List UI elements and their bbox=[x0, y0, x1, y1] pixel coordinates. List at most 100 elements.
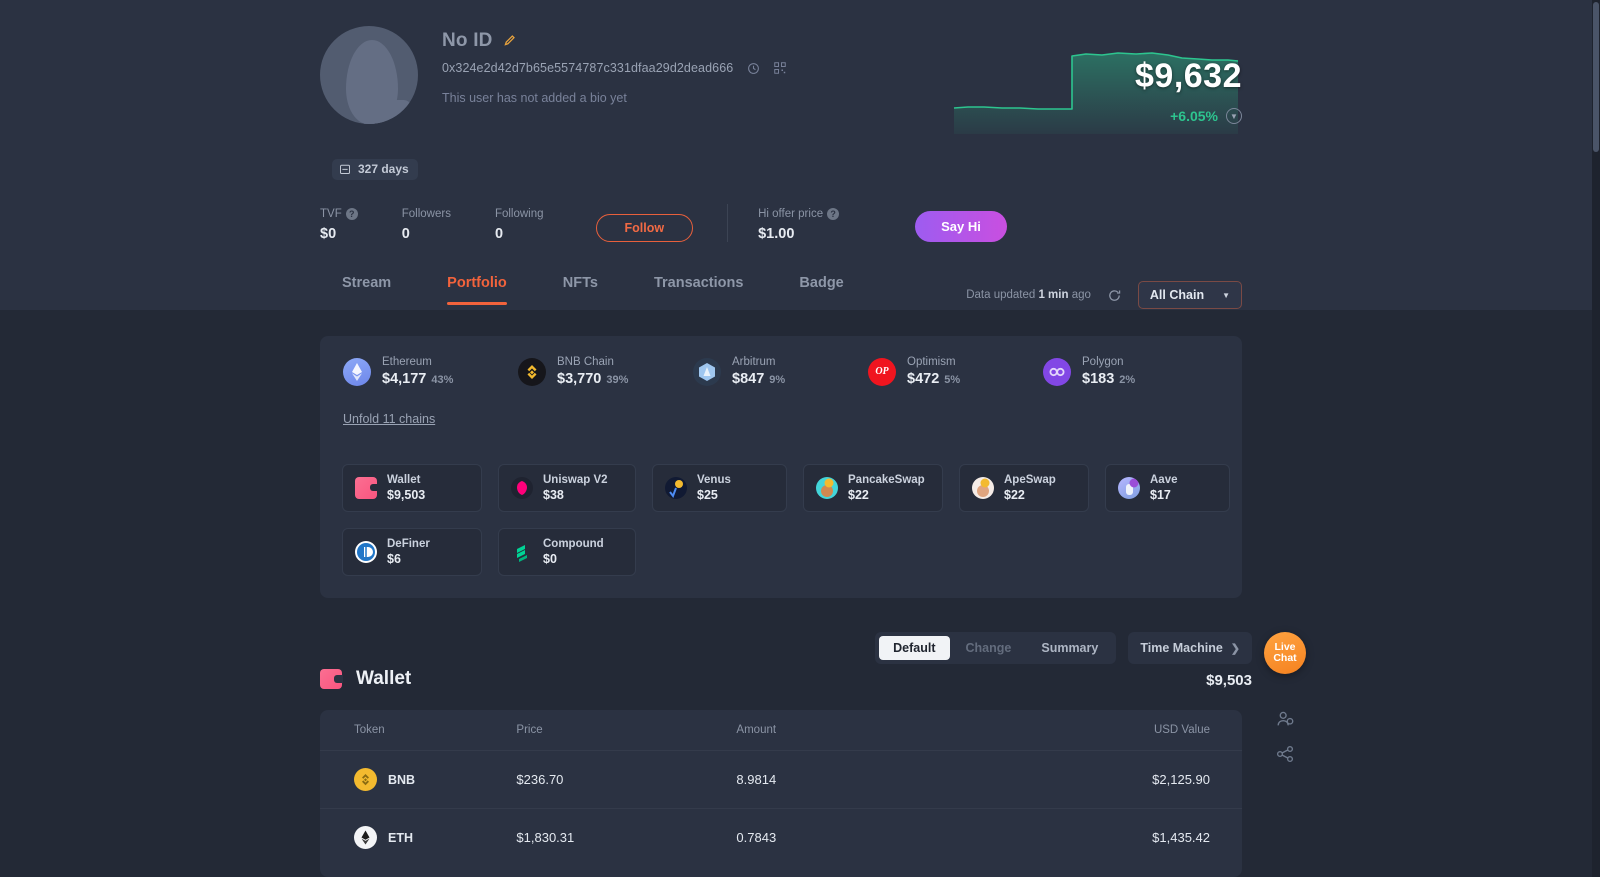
help-icon[interactable]: ? bbox=[345, 208, 358, 220]
scrollbar-thumb[interactable] bbox=[1593, 2, 1599, 152]
wallet-token-table-card: Token Price Amount USD Value BNB $236.70… bbox=[320, 710, 1242, 877]
unfold-chains-link[interactable]: Unfold 11 chains bbox=[343, 412, 435, 426]
avatar[interactable] bbox=[320, 26, 418, 124]
tab-transactions[interactable]: Transactions bbox=[626, 275, 771, 305]
chain-item-optimism[interactable]: OP Optimism $472 5% bbox=[845, 356, 1020, 387]
chain-value-row: $3,770 39% bbox=[557, 371, 628, 387]
wallet-address[interactable]: 0x324e2d42d7b65e5574787c331dfaa29d2dead6… bbox=[442, 61, 733, 75]
data-updated-row: Data updated 1 min ago All Chain ▼ bbox=[966, 281, 1242, 309]
hi-offer-label-row: Hi offer price ? bbox=[758, 208, 840, 220]
view-mode-change-button[interactable]: Change bbox=[952, 636, 1026, 660]
chain-item-arbitrum[interactable]: Arbitrum $847 9% bbox=[670, 356, 845, 387]
protocol-name: Aave bbox=[1150, 474, 1178, 486]
account-age-label: 327 days bbox=[358, 162, 409, 176]
tab-stream[interactable]: Stream bbox=[314, 275, 419, 305]
protocol-chip-venus[interactable]: Venus $25 bbox=[652, 464, 787, 512]
portfolio-view-toolbar: Default Change Summary Time Machine ❯ bbox=[875, 632, 1252, 664]
protocol-chip-aave[interactable]: Aave $17 bbox=[1105, 464, 1230, 512]
tab-portfolio[interactable]: Portfolio bbox=[419, 275, 535, 305]
clock-history-icon[interactable] bbox=[747, 62, 760, 75]
updated-value: 1 min bbox=[1038, 289, 1069, 301]
follow-button[interactable]: Follow bbox=[595, 214, 694, 242]
refresh-icon[interactable] bbox=[1107, 288, 1122, 303]
protocol-chip-definer[interactable]: DeFiner $6 bbox=[342, 528, 482, 576]
view-mode-summary-button[interactable]: Summary bbox=[1027, 636, 1112, 660]
chain-item-bnb[interactable]: BNB Chain $3,770 39% bbox=[495, 356, 670, 387]
table-row[interactable]: BNB $236.70 8.9814 $2,125.90 bbox=[320, 750, 1242, 809]
cell-token: BNB bbox=[320, 750, 517, 809]
chain-item-polygon[interactable]: Polygon $183 2% bbox=[1020, 356, 1195, 387]
column-header-amount: Amount bbox=[736, 724, 777, 736]
chain-name: Optimism bbox=[907, 356, 956, 368]
chain-name: Ethereum bbox=[382, 356, 432, 368]
protocol-info: Aave $17 bbox=[1150, 474, 1178, 502]
stat-followers-label: Followers bbox=[401, 208, 451, 220]
protocol-chip-wallet[interactable]: Wallet $9,503 bbox=[342, 464, 482, 512]
arbitrum-icon bbox=[693, 357, 721, 386]
stat-tvf-label-row: TVF ? bbox=[320, 208, 358, 220]
table-head: Token Price Amount USD Value bbox=[320, 710, 1242, 751]
chain-value-row: $183 2% bbox=[1082, 371, 1135, 387]
column-header-price: Price bbox=[516, 724, 543, 736]
live-chat-button[interactable]: Live Chat bbox=[1264, 632, 1306, 674]
data-updated-text: Data updated 1 min ago bbox=[966, 289, 1091, 301]
token-cell: ETH bbox=[354, 826, 516, 849]
networth-change-row: +6.05% ▼ bbox=[1170, 108, 1242, 124]
polygon-icon bbox=[1043, 357, 1071, 386]
tab-badge[interactable]: Badge bbox=[771, 275, 871, 305]
protocol-info: Uniswap V2 $38 bbox=[543, 474, 608, 502]
chain-list: Ethereum $4,177 43% BNB Chain $3,770 39% bbox=[320, 356, 1242, 387]
aave-icon bbox=[1118, 477, 1140, 499]
protocol-value: $22 bbox=[848, 488, 869, 502]
chain-pct: 39% bbox=[606, 374, 629, 386]
optimism-icon: OP bbox=[868, 357, 896, 386]
tab-nfts[interactable]: NFTs bbox=[535, 275, 626, 305]
protocol-info: Wallet $9,503 bbox=[387, 474, 425, 502]
protocol-chip-compound[interactable]: Compound $0 bbox=[498, 528, 636, 576]
chain-value: $847 bbox=[732, 371, 765, 387]
page-scrollbar[interactable] bbox=[1592, 0, 1600, 877]
say-hi-button[interactable]: Say Hi bbox=[915, 211, 1007, 242]
bnb-icon bbox=[518, 357, 546, 386]
protocol-name: ApeSwap bbox=[1004, 474, 1056, 486]
time-machine-button[interactable]: Time Machine ❯ bbox=[1128, 632, 1252, 664]
ethereum-icon bbox=[343, 357, 371, 386]
table-header-row: Token Price Amount USD Value bbox=[320, 710, 1242, 751]
help-icon[interactable]: ? bbox=[827, 208, 840, 220]
protocol-info: PancakeSwap $22 bbox=[848, 474, 925, 502]
protocol-value: $6 bbox=[387, 552, 401, 566]
protocol-value: $25 bbox=[697, 488, 718, 502]
eth-token-icon bbox=[354, 826, 377, 849]
stat-following-label: Following bbox=[494, 208, 544, 220]
stat-hi-offer-price: Hi offer price ? $1.00 bbox=[758, 208, 840, 242]
contacts-icon[interactable] bbox=[1272, 706, 1298, 732]
protocol-chip-pancakeswap[interactable]: PancakeSwap $22 bbox=[803, 464, 943, 512]
stat-followers[interactable]: Followers 0 bbox=[402, 208, 451, 242]
cell-amount: 8.9814 bbox=[736, 750, 1057, 809]
chevron-down-circle-icon[interactable]: ▼ bbox=[1226, 108, 1242, 124]
view-mode-default-button[interactable]: Default bbox=[879, 636, 950, 660]
stat-following[interactable]: Following 0 bbox=[495, 208, 544, 242]
chain-item-ethereum[interactable]: Ethereum $4,177 43% bbox=[320, 356, 495, 387]
apeswap-icon bbox=[972, 477, 994, 499]
chain-pct: 2% bbox=[1119, 374, 1136, 386]
stat-tvf-label: TVF bbox=[320, 208, 342, 220]
qr-code-icon[interactable] bbox=[774, 62, 787, 74]
pencil-icon[interactable] bbox=[503, 34, 516, 49]
chain-info: BNB Chain $3,770 39% bbox=[557, 356, 628, 387]
chain-info: Optimism $472 5% bbox=[907, 356, 960, 387]
calendar-icon bbox=[339, 163, 351, 175]
protocol-chip-uniswap-v2[interactable]: Uniswap V2 $38 bbox=[498, 464, 636, 512]
chain-value: $4,177 bbox=[382, 371, 427, 387]
chain-value: $472 bbox=[907, 371, 940, 387]
protocol-chip-apeswap[interactable]: ApeSwap $22 bbox=[959, 464, 1089, 512]
chain-filter-select[interactable]: All Chain ▼ bbox=[1137, 281, 1242, 309]
cell-usd-value: $2,125.90 bbox=[1056, 750, 1242, 809]
protocol-value: $17 bbox=[1150, 488, 1171, 502]
table-row[interactable]: ETH $1,830.31 0.7843 $1,435.42 bbox=[320, 808, 1242, 866]
wallet-section-title: Wallet bbox=[356, 668, 412, 689]
share-icon[interactable] bbox=[1272, 741, 1298, 767]
protocol-info: Compound $0 bbox=[543, 538, 604, 566]
profile-name-row: No ID bbox=[442, 30, 516, 52]
chain-info: Ethereum $4,177 43% bbox=[382, 356, 453, 387]
